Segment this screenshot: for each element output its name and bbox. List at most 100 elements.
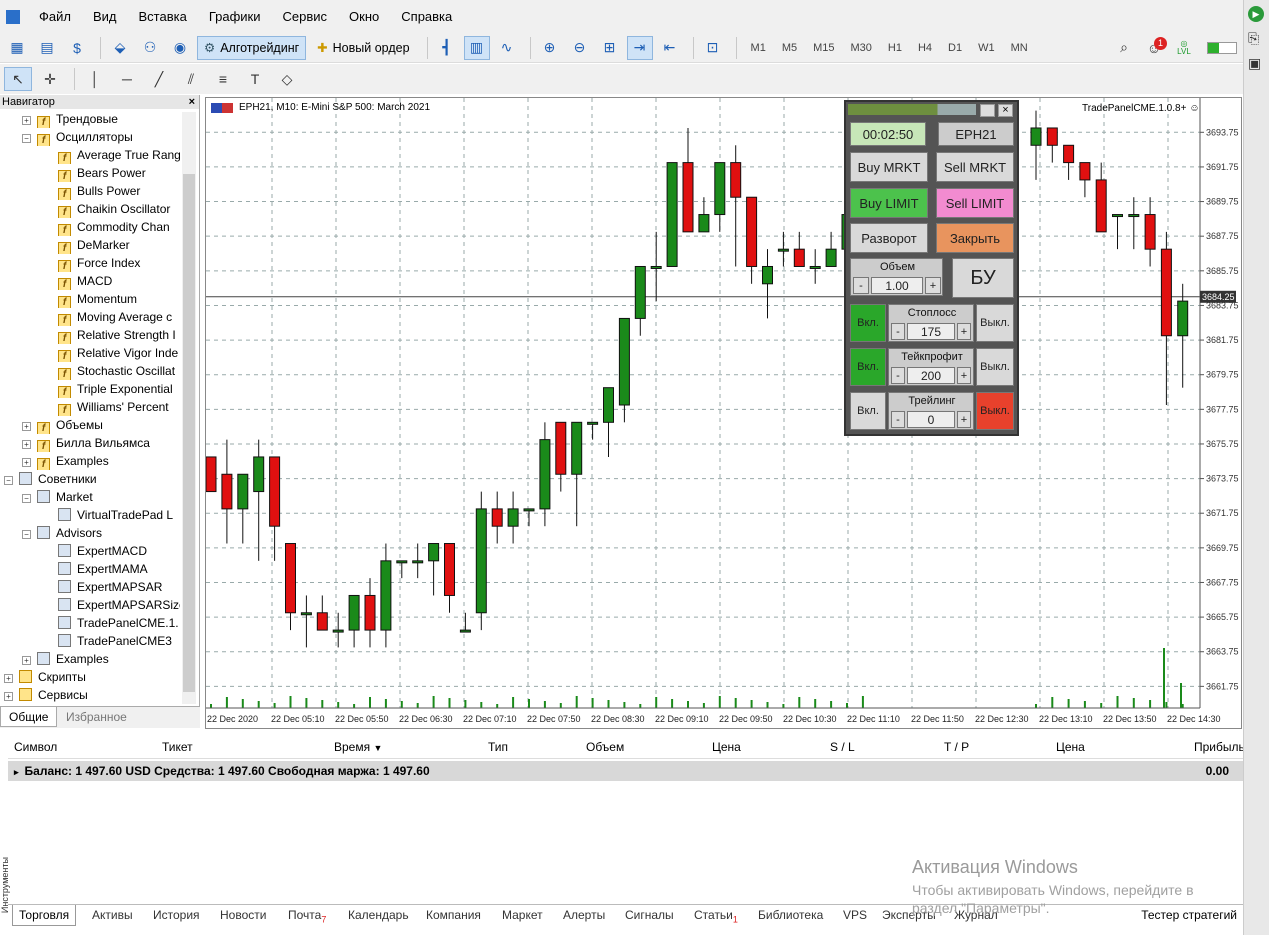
expand-icon[interactable]: + xyxy=(4,674,13,683)
indicators-icon[interactable]: ⊡ xyxy=(700,36,726,60)
play-icon[interactable]: ▶ xyxy=(1248,6,1264,22)
col-volume[interactable]: Объем xyxy=(586,740,624,754)
new-order-button[interactable]: ✚ Новый ордер xyxy=(310,36,416,60)
close-position-button[interactable]: Закрыть xyxy=(936,223,1014,253)
expand-icon[interactable]: + xyxy=(22,458,31,467)
market-watch-icon[interactable]: $ xyxy=(64,36,90,60)
buy-limit-button[interactable]: Buy LIMIT xyxy=(850,188,928,218)
toolbox-tab[interactable]: Библиотека xyxy=(758,908,823,922)
toolbox-tab[interactable]: Торговля xyxy=(12,905,77,926)
chart-window[interactable]: 3693.75 3691.75 3689.75 3687.75 3685.75 3683.… xyxy=(205,97,1242,729)
navigator-item[interactable]: TradePanelCME3 xyxy=(58,632,180,650)
navigator-item[interactable]: f Force Index xyxy=(58,254,180,272)
navigator-item[interactable]: TradePanelCME.1. xyxy=(58,614,180,632)
sell-limit-button[interactable]: Sell LIMIT xyxy=(936,188,1014,218)
tab-favorites[interactable]: Избранное xyxy=(58,707,135,727)
trailing-minus-button[interactable]: - xyxy=(891,411,905,428)
panel-close-button[interactable]: × xyxy=(998,104,1013,117)
shapes-icon[interactable]: ◇ xyxy=(273,67,301,91)
data-window-icon[interactable]: ⬙ xyxy=(107,36,133,60)
tile-windows-icon[interactable]: ⊞ xyxy=(597,36,623,60)
menu-window[interactable]: Окно xyxy=(338,0,390,33)
navigator-item[interactable]: f Chaikin Oscillator xyxy=(58,200,180,218)
navigator-item[interactable]: − Advisors xyxy=(22,524,180,542)
tf-d1[interactable]: D1 xyxy=(940,42,970,54)
expand-icon[interactable]: + xyxy=(22,440,31,449)
takeprofit-input[interactable]: 200 xyxy=(907,367,955,384)
text-icon[interactable]: T xyxy=(241,67,269,91)
expand-icon[interactable]: + xyxy=(22,656,31,665)
account-icon[interactable]: ☺ 1 xyxy=(1141,36,1167,60)
menu-charts[interactable]: Графики xyxy=(198,0,272,33)
search-icon[interactable]: ⌕ xyxy=(1111,36,1137,60)
menu-tools[interactable]: Сервис xyxy=(272,0,339,33)
takeprofit-plus-button[interactable]: + xyxy=(957,367,971,384)
cursor-icon[interactable]: ↖ xyxy=(4,67,32,91)
col-profit[interactable]: Прибыль xyxy=(1194,740,1245,754)
new-chart-icon[interactable]: ▦ xyxy=(4,36,30,60)
tf-m1[interactable]: M1 xyxy=(743,42,774,54)
navigator-item[interactable]: f Bears Power xyxy=(58,164,180,182)
navigator-item[interactable]: f Stochastic Oscillat xyxy=(58,362,180,380)
trailing-on-button[interactable]: Вкл. xyxy=(850,392,886,430)
toolbox-tab[interactable]: VPS xyxy=(843,908,867,922)
horizontal-line-icon[interactable]: ─ xyxy=(113,67,141,91)
stoploss-input[interactable]: 175 xyxy=(907,323,955,340)
takeprofit-off-button[interactable]: Выкл. xyxy=(976,348,1014,386)
volume-input[interactable]: 1.00 xyxy=(871,277,923,294)
panel-minimize-button[interactable] xyxy=(980,104,995,117)
navigator-icon[interactable]: ⚇ xyxy=(137,36,163,60)
col-price2[interactable]: Цена xyxy=(1056,740,1085,754)
takeprofit-minus-button[interactable]: - xyxy=(891,367,905,384)
expand-icon[interactable]: − xyxy=(22,530,31,539)
navigator-item[interactable]: − Market xyxy=(22,488,180,506)
stoploss-off-button[interactable]: Выкл. xyxy=(976,304,1014,342)
toolbox-tab[interactable]: Сигналы xyxy=(625,908,674,922)
toolbox-tab[interactable]: Маркет xyxy=(502,908,543,922)
navigator-item[interactable]: f Bulls Power xyxy=(58,182,180,200)
lvl-icon[interactable]: ◎ LVL xyxy=(1171,36,1197,60)
col-type[interactable]: Тип xyxy=(488,740,508,754)
menu-view[interactable]: Вид xyxy=(82,0,128,33)
stoploss-on-button[interactable]: Вкл. xyxy=(850,304,886,342)
navigator-item[interactable]: ExpertMACD xyxy=(58,542,180,560)
col-ticket[interactable]: Тикет xyxy=(162,740,193,754)
navigator-item[interactable]: f Relative Vigor Inde xyxy=(58,344,180,362)
col-price[interactable]: Цена xyxy=(712,740,741,754)
navigator-item[interactable]: f Average True Rang xyxy=(58,146,180,164)
tf-m30[interactable]: M30 xyxy=(843,42,880,54)
fibonacci-icon[interactable]: ≡ xyxy=(209,67,237,91)
volume-minus-button[interactable]: - xyxy=(853,277,869,294)
navigator-item[interactable]: − Советники xyxy=(4,470,180,488)
navigator-item[interactable]: − f Осцилляторы xyxy=(22,128,180,146)
col-time[interactable]: Время ▼ xyxy=(334,740,382,754)
tf-h4[interactable]: H4 xyxy=(910,42,940,54)
close-icon[interactable]: × xyxy=(189,95,195,109)
candlestick-icon[interactable]: ▥ xyxy=(463,35,490,60)
volume-plus-button[interactable]: + xyxy=(925,277,941,294)
navigator-item[interactable]: f Williams' Percent xyxy=(58,398,180,416)
zoom-out-icon[interactable]: ⊖ xyxy=(567,36,593,60)
navigator-item[interactable]: f MACD xyxy=(58,272,180,290)
tf-mn[interactable]: MN xyxy=(1003,42,1036,54)
profiles-icon[interactable]: ▤ xyxy=(34,36,60,60)
toolbox-tab[interactable]: Новости xyxy=(220,908,266,922)
navigator-item[interactable]: + Examples xyxy=(22,650,180,668)
navigator-item[interactable]: + f Билла Вильямса xyxy=(22,434,180,452)
takeprofit-on-button[interactable]: Вкл. xyxy=(850,348,886,386)
menu-file[interactable]: Файл xyxy=(28,0,82,33)
tf-w1[interactable]: W1 xyxy=(970,42,1003,54)
expand-icon[interactable]: + xyxy=(4,692,13,701)
navigator-item[interactable]: + Сервисы xyxy=(4,686,180,704)
navigator-scrollbar[interactable] xyxy=(182,112,196,704)
buy-market-button[interactable]: Buy MRKT xyxy=(850,152,928,182)
toolbox-tab[interactable]: Компания xyxy=(426,908,481,922)
navigator-item[interactable]: + f Объемы xyxy=(22,416,180,434)
navigator-item[interactable]: VirtualTradePad L xyxy=(58,506,180,524)
bar-chart-icon[interactable]: ┫ xyxy=(434,36,460,60)
navigator-item[interactable]: f DeMarker xyxy=(58,236,180,254)
toolbox-tab[interactable]: Почта7 xyxy=(288,908,326,924)
navigator-item[interactable]: ExpertMAPSAR xyxy=(58,578,180,596)
navigator-item[interactable]: f Commodity Chan xyxy=(58,218,180,236)
toolbox-tab[interactable]: Статьи1 xyxy=(694,908,738,924)
